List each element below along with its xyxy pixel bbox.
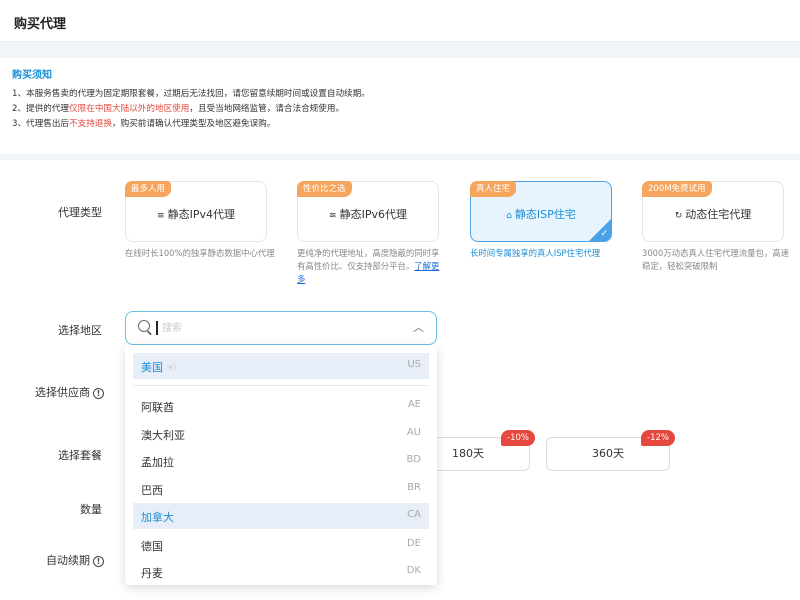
proxy-type-label: 代理类型 (58, 206, 102, 219)
region-dropdown: 美国 ☜ US 阿联酋 AE 澳大利亚 AU 孟加拉 BD 巴西 BR 加拿大 CA 德国… (125, 345, 437, 585)
card-name: 静态ISP住宅 (514, 208, 576, 221)
card-static-isp[interactable]: 真人住宅 ⌂ 静态ISP住宅 ✓ (470, 181, 612, 242)
duration-360[interactable]: 360天 -12% (546, 430, 675, 471)
region-option[interactable]: 阿联酋 AE (133, 393, 429, 419)
provider-label: 选择供应商! (14, 384, 104, 400)
search-icon (138, 320, 150, 332)
text-cursor (156, 321, 158, 335)
card-dynamic-residential[interactable]: 200M免费试用 ↻ 动态住宅代理 (642, 181, 784, 242)
card-badge: 真人住宅 (470, 181, 517, 197)
region-option[interactable]: 德国 DE (133, 532, 429, 558)
region-label: 选择地区 (58, 324, 102, 337)
card-static-ipv6[interactable]: 性价比之选 ≋ 静态IPv6代理 (297, 181, 439, 242)
info-icon[interactable]: ! (93, 555, 104, 567)
home-icon: ⌂ (506, 211, 512, 221)
dropdown-divider (133, 385, 429, 386)
region-option[interactable]: 孟加拉 BD (133, 448, 429, 474)
quantity-label: 数量 (80, 503, 102, 516)
page-title: 购买代理 (14, 17, 67, 32)
discount-badge: -10% (501, 430, 535, 446)
notice-line-2: 2、提供的代理仅限在中国大陆以外的地区使用，且受当地网络监管，请合法合规使用。 (12, 104, 345, 114)
layers-icon: ≋ (329, 211, 337, 221)
card-badge: 最多人用 (125, 181, 172, 197)
page-header: 购买代理 (0, 0, 800, 42)
region-option-ca[interactable]: 加拿大 CA (133, 503, 429, 529)
card-name: 动态住宅代理 (685, 208, 752, 221)
info-icon[interactable]: ! (93, 387, 104, 399)
card-desc-ipv6: 更纯净的代理地址，高度隐蔽的同时享有高性价比。仅支持部分平台。了解更多 (297, 248, 440, 284)
region-select[interactable]: ︿ (125, 311, 437, 345)
card-desc-dynamic: 3000万动态真人住宅代理流量包，高速稳定，轻松突破限制 (642, 248, 789, 271)
checkmark-icon: ✓ (600, 229, 608, 239)
card-desc-ipv4: 在线时长100%的独享静态数据中心代理 (125, 248, 275, 258)
plan-label: 选择套餐 (58, 449, 102, 462)
notice-line-3: 3、代理售出后不支持退换，购买前请确认代理类型及地区避免误购。 (12, 119, 276, 129)
card-static-ipv4[interactable]: 最多人用 ≡ 静态IPv4代理 (125, 181, 267, 242)
notice-line-1: 1、本服务售卖的代理为固定期限套餐，过期后无法找回，请您留意续期时间或设置自动续… (12, 89, 370, 99)
card-desc-isp: 长时间专属独享的真人ISP住宅代理 (470, 248, 601, 258)
refresh-icon: ↻ (674, 211, 683, 221)
hand-icon: ☜ (166, 361, 177, 374)
purchase-notice: 购买须知 1、本服务售卖的代理为固定期限套餐，过期后无法找回，请您留意续期时间或… (0, 58, 800, 154)
region-option[interactable]: 巴西 BR (133, 476, 429, 502)
auto-renew-label: 自动续期! (14, 552, 104, 568)
region-option[interactable]: 澳大利亚 AU (133, 421, 429, 447)
card-badge: 200M免费试用 (642, 181, 712, 197)
region-option[interactable]: 丹麦 DK (133, 559, 429, 585)
discount-badge: -12% (641, 430, 675, 446)
notice-title: 购买须知 (12, 70, 52, 81)
list-icon: ≡ (157, 211, 165, 221)
region-option-us[interactable]: 美国 ☜ US (133, 353, 429, 379)
card-badge: 性价比之选 (297, 181, 352, 197)
chevron-up-icon[interactable]: ︿ (413, 319, 424, 335)
card-name: 静态IPv4代理 (167, 208, 235, 221)
card-name: 静态IPv6代理 (339, 208, 407, 221)
region-search-input[interactable] (162, 320, 382, 336)
